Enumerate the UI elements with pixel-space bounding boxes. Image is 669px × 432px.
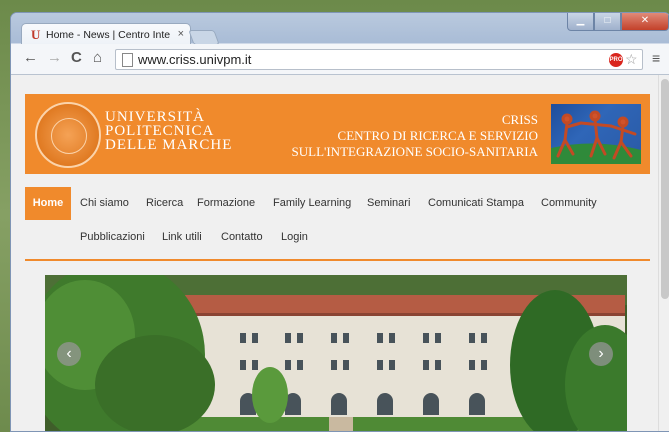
minimize-button[interactable]: ▁ <box>567 13 594 31</box>
center-line: SULL'INTEGRAZIONE SOCIO-SANITARIA <box>291 144 538 159</box>
nav-item-chi-siamo[interactable]: Chi siamo <box>80 197 129 209</box>
bookmark-star-icon[interactable]: ☆ <box>625 51 638 68</box>
center-name[interactable]: CRISS CENTRO DI RICERCA E SERVIZIO SULL'… <box>292 112 538 160</box>
nav-item-link-utili[interactable]: Link utili <box>162 231 202 243</box>
university-name[interactable]: UNIVERSITÀ POLITECNICA DELLE MARCHE <box>105 109 233 153</box>
maximize-button[interactable]: □ <box>594 13 621 31</box>
web-page: UNIVERSITÀ POLITECNICA DELLE MARCHE CRIS… <box>11 75 658 431</box>
forward-icon[interactable]: → <box>47 49 62 66</box>
title-bar: U Home - News | Centro Inte × ▁ □ ✕ <box>11 13 669 45</box>
university-seal-logo <box>35 102 101 168</box>
browser-tab[interactable]: U Home - News | Centro Inte × <box>21 23 191 45</box>
nav-item-comunicati-stampa[interactable]: Comunicati Stampa <box>428 197 524 209</box>
browser-toolbar: ← → C ⌂ www.criss.univpm.it PRO ☆ ≡ <box>11 44 669 75</box>
page-scrollbar[interactable] <box>658 75 669 431</box>
reload-icon[interactable]: C <box>71 49 82 66</box>
center-line: CENTRO DI RICERCA E SERVIZIO <box>337 128 538 143</box>
url-text: www.criss.univpm.it <box>138 52 252 67</box>
nav-item-login[interactable]: Login <box>281 231 308 243</box>
tab-close-icon[interactable]: × <box>178 28 184 40</box>
nav-item-ricerca[interactable]: Ricerca <box>146 197 183 209</box>
home-icon[interactable]: ⌂ <box>93 49 102 66</box>
nav-item-home[interactable]: Home <box>25 187 71 220</box>
nav-item-seminari[interactable]: Seminari <box>367 197 410 209</box>
center-line: CRISS <box>501 112 538 127</box>
main-navigation: Home Chi siamo Ricerca Formazione Family… <box>25 187 650 255</box>
page-icon <box>122 53 133 67</box>
image-slider: ‹ › <box>45 275 627 431</box>
university-line: POLITECNICA <box>105 123 215 139</box>
campus-building-photo <box>45 275 627 431</box>
site-header-banner: UNIVERSITÀ POLITECNICA DELLE MARCHE CRIS… <box>25 94 650 174</box>
address-bar[interactable]: www.criss.univpm.it PRO ☆ <box>115 49 643 70</box>
back-icon[interactable]: ← <box>23 49 38 66</box>
nav-item-contatto[interactable]: Contatto <box>221 231 263 243</box>
close-window-button[interactable]: ✕ <box>621 13 669 31</box>
university-line: UNIVERSITÀ <box>105 109 205 125</box>
slider-prev-arrow-icon[interactable]: ‹ <box>57 342 81 366</box>
new-tab-button[interactable] <box>188 30 220 45</box>
tab-title: Home - News | Centro Inte <box>46 29 171 41</box>
university-line: DELLE MARCHE <box>105 137 233 153</box>
nav-item-community[interactable]: Community <box>541 197 597 209</box>
browser-window: U Home - News | Centro Inte × ▁ □ ✕ ← → … <box>10 12 669 432</box>
slider-next-arrow-icon[interactable]: › <box>589 342 613 366</box>
menu-icon[interactable]: ≡ <box>652 50 660 66</box>
scrollbar-thumb[interactable] <box>661 79 669 299</box>
extension-badge-icon[interactable]: PRO <box>609 53 623 67</box>
site-favicon-icon: U <box>31 27 41 42</box>
nav-item-formazione[interactable]: Formazione <box>197 197 255 209</box>
nav-divider <box>25 259 650 261</box>
dance-painting-image <box>551 104 641 164</box>
nav-item-family-learning[interactable]: Family Learning <box>273 197 351 209</box>
nav-item-pubblicazioni[interactable]: Pubblicazioni <box>80 231 145 243</box>
